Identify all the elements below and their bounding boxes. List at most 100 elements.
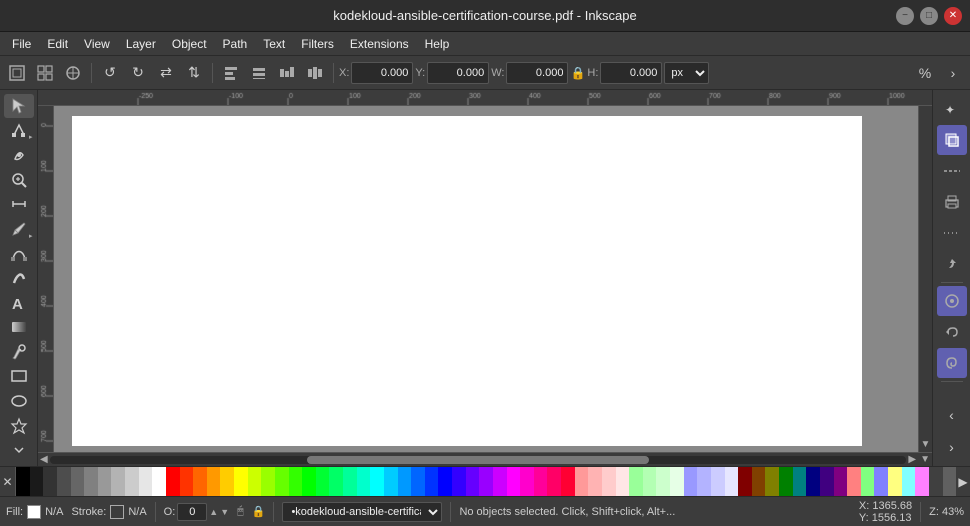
tb-align[interactable] xyxy=(218,60,244,86)
palette-color-swatch[interactable] xyxy=(534,467,548,496)
star-tool-btn[interactable] xyxy=(4,414,34,438)
palette-color-swatch[interactable] xyxy=(943,467,957,496)
tb-undo[interactable]: ↺ xyxy=(97,60,123,86)
palette-color-swatch[interactable] xyxy=(575,467,589,496)
opacity-down[interactable]: ▼ xyxy=(220,507,229,517)
palette-color-swatch[interactable] xyxy=(643,467,657,496)
palette-color-swatch[interactable] xyxy=(547,467,561,496)
menu-object[interactable]: Object xyxy=(164,35,215,53)
palette-color-swatch[interactable] xyxy=(84,467,98,496)
palette-color-swatch[interactable] xyxy=(915,467,929,496)
palette-color-swatch[interactable] xyxy=(329,467,343,496)
tb-flip-v[interactable]: ⇅ xyxy=(181,60,207,86)
palette-color-swatch[interactable] xyxy=(738,467,752,496)
tb-redo[interactable]: ↻ xyxy=(125,60,151,86)
palette-color-swatch[interactable] xyxy=(888,467,902,496)
palette-color-swatch[interactable] xyxy=(588,467,602,496)
tb-distribute[interactable] xyxy=(274,60,300,86)
right-panel-next[interactable]: › xyxy=(937,432,967,462)
rect-tool-btn[interactable] xyxy=(4,365,34,389)
palette-color-swatch[interactable] xyxy=(370,467,384,496)
tb-snap-expand[interactable]: › xyxy=(940,60,966,86)
palette-color-swatch[interactable] xyxy=(343,467,357,496)
palette-color-swatch[interactable] xyxy=(207,467,221,496)
palette-color-swatch[interactable] xyxy=(711,467,725,496)
palette-color-swatch[interactable] xyxy=(874,467,888,496)
palette-color-swatch[interactable] xyxy=(193,467,207,496)
fill-stroke-btn[interactable] xyxy=(937,125,967,155)
node-tool-btn[interactable]: ▸ xyxy=(4,119,34,143)
palette-color-swatch[interactable] xyxy=(479,467,493,496)
menu-text[interactable]: Text xyxy=(255,35,293,53)
palette-color-swatch[interactable] xyxy=(398,467,412,496)
select-tool-btn[interactable] xyxy=(4,94,34,118)
palette-color-swatch[interactable] xyxy=(820,467,834,496)
canvas-viewport[interactable]: ▼ xyxy=(54,106,932,452)
palette-color-swatch[interactable] xyxy=(411,467,425,496)
palette-color-swatch[interactable] xyxy=(929,467,943,496)
menu-file[interactable]: File xyxy=(4,35,39,53)
mouse-mode-btn[interactable]: 🖱 xyxy=(237,505,244,518)
dashes-btn1[interactable] xyxy=(937,156,967,186)
palette-color-swatch[interactable] xyxy=(180,467,194,496)
spiral-btn[interactable] xyxy=(937,348,967,378)
palette-color-swatch[interactable] xyxy=(834,467,848,496)
tb-align2[interactable] xyxy=(246,60,272,86)
expand-tools-btn[interactable] xyxy=(4,438,34,462)
unit-select[interactable]: px mm cm in pt xyxy=(664,62,709,84)
palette-color-swatch[interactable] xyxy=(752,467,766,496)
palette-color-swatch[interactable] xyxy=(316,467,330,496)
opacity-input[interactable] xyxy=(177,503,207,521)
fill-swatch[interactable] xyxy=(27,505,41,519)
undo-btn[interactable] xyxy=(937,317,967,347)
maximize-button[interactable]: □ xyxy=(920,7,938,25)
opacity-up[interactable]: ▲ xyxy=(209,507,218,517)
palette-color-swatch[interactable] xyxy=(438,467,452,496)
palette-color-swatch[interactable] xyxy=(616,467,630,496)
palette-color-swatch[interactable] xyxy=(861,467,875,496)
bezier-tool-btn[interactable] xyxy=(4,242,34,266)
palette-color-swatch[interactable] xyxy=(125,467,139,496)
palette-color-swatch[interactable] xyxy=(289,467,303,496)
palette-color-swatch[interactable] xyxy=(779,467,793,496)
tb-snap-toggle[interactable]: % xyxy=(912,60,938,86)
close-button[interactable]: ✕ xyxy=(944,7,962,25)
measure-tool-btn[interactable] xyxy=(4,192,34,216)
lock-btn[interactable]: 🔒 xyxy=(252,505,266,518)
palette-color-swatch[interactable] xyxy=(466,467,480,496)
menu-help[interactable]: Help xyxy=(417,35,458,53)
palette-color-swatch[interactable] xyxy=(30,467,44,496)
palette-color-swatch[interactable] xyxy=(357,467,371,496)
snap-active-btn[interactable] xyxy=(937,286,967,316)
tb-snap[interactable] xyxy=(60,60,86,86)
zoom-tool-btn[interactable] xyxy=(4,168,34,192)
palette-color-swatch[interactable] xyxy=(234,467,248,496)
tweak-tool-btn[interactable] xyxy=(4,143,34,167)
h-input[interactable] xyxy=(600,62,662,84)
palette-color-swatch[interactable] xyxy=(166,467,180,496)
palette-color-swatch[interactable] xyxy=(561,467,575,496)
gradient-tool-btn[interactable] xyxy=(4,315,34,339)
palette-color-swatch[interactable] xyxy=(847,467,861,496)
palette-color-swatch[interactable] xyxy=(384,467,398,496)
palette-color-swatch[interactable] xyxy=(261,467,275,496)
palette-color-swatch[interactable] xyxy=(629,467,643,496)
palette-color-swatch[interactable] xyxy=(902,467,916,496)
palette-color-swatch[interactable] xyxy=(520,467,534,496)
y-input[interactable] xyxy=(427,62,489,84)
tb-grid[interactable] xyxy=(32,60,58,86)
palette-color-swatch[interactable] xyxy=(16,467,30,496)
pen-tool-btn[interactable]: ▸ xyxy=(4,217,34,241)
palette-color-swatch[interactable] xyxy=(71,467,85,496)
menu-layer[interactable]: Layer xyxy=(118,35,164,53)
print-btn[interactable] xyxy=(937,187,967,217)
ellipse-tool-btn[interactable] xyxy=(4,389,34,413)
menu-view[interactable]: View xyxy=(76,35,118,53)
hscroll-thumb[interactable] xyxy=(307,456,650,464)
palette-color-swatch[interactable] xyxy=(602,467,616,496)
calligraphy-tool-btn[interactable] xyxy=(4,266,34,290)
horizontal-scrollbar[interactable]: ◀ ▶ ▼ xyxy=(38,452,932,466)
xml-editor-btn[interactable]: ✦ xyxy=(937,94,967,124)
scroll-right-arrow[interactable]: ▶ xyxy=(908,454,916,465)
x-input[interactable] xyxy=(351,62,413,84)
